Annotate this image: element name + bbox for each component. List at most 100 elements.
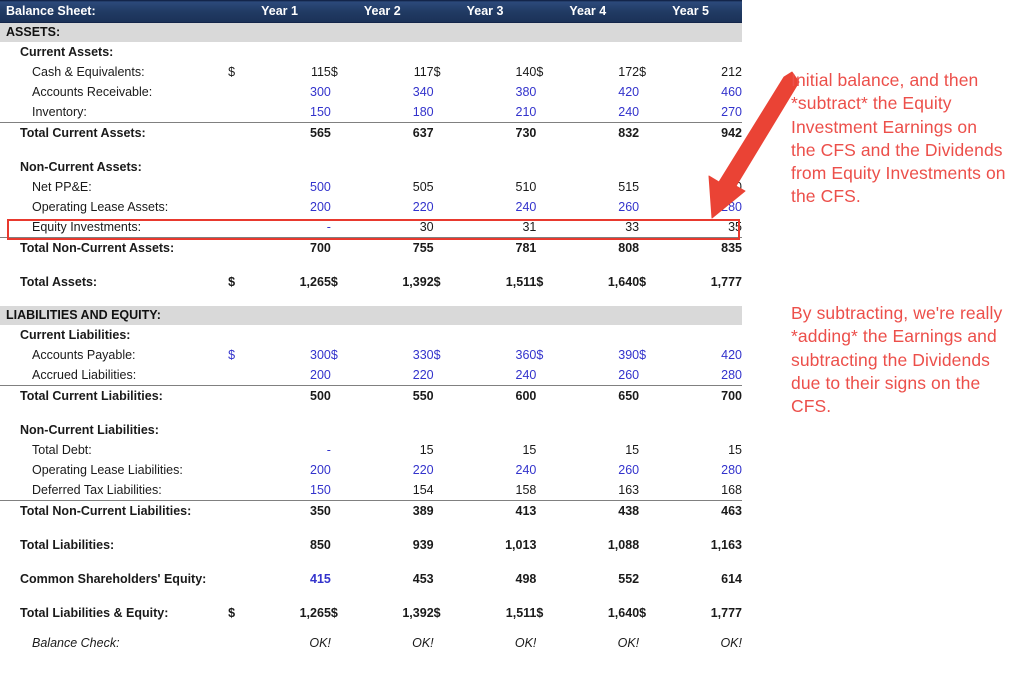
table-row-subtotal[interactable]: Total Current Assets: 565 637 730 832 94… [0, 122, 742, 143]
cell-total-non-current-assets-y3[interactable]: 781 [458, 237, 537, 258]
cell-total-liabilities-equity-y4[interactable]: 1,640 [561, 603, 639, 623]
cell-total-current-liabilities-y2[interactable]: 550 [355, 385, 434, 406]
cell-equity-investments-y4[interactable]: 33 [561, 217, 639, 238]
cell-total-non-current-liabilities-y3[interactable]: 413 [458, 500, 537, 521]
cell-total-assets-y4[interactable]: 1,640 [561, 272, 639, 292]
cell-equity-investments-y2[interactable]: 30 [356, 217, 434, 238]
table-row-grand-total[interactable]: Total Assets: $ 1,265 $ 1,392 $ 1,511 $ … [0, 272, 742, 292]
cell-total-liabilities-y1[interactable]: 850 [253, 535, 331, 555]
cell-accounts-payable-y2[interactable]: 330 [356, 345, 434, 365]
cell-deferred-tax-liabilities-y4[interactable]: 163 [561, 480, 639, 501]
cell-total-debt-y3[interactable]: 15 [458, 440, 536, 460]
cell-total-liabilities-equity-y2[interactable]: 1,392 [356, 603, 433, 623]
cell-total-debt-y1[interactable]: - [253, 440, 331, 460]
cell-ar-y1[interactable]: 300 [253, 82, 331, 102]
cell-accrued-liabilities-y5[interactable]: 280 [664, 365, 742, 386]
table-row[interactable]: Net PP&E: 500 505 510 515 520 [0, 177, 742, 197]
cell-operating-lease-assets-y1[interactable]: 200 [253, 197, 331, 217]
cell-accounts-payable-y4[interactable]: 390 [561, 345, 639, 365]
cell-total-non-current-assets-y1[interactable]: 700 [252, 237, 331, 258]
cell-total-non-current-liabilities-y5[interactable]: 463 [663, 500, 742, 521]
cell-net-ppe-y5[interactable]: 520 [664, 177, 742, 197]
cell-deferred-tax-liabilities-y1[interactable]: 150 [253, 480, 331, 501]
table-row-subtotal[interactable]: Total Current Liabilities: 500 550 600 6… [0, 385, 742, 406]
cell-accounts-payable-y1[interactable]: 300 [253, 345, 331, 365]
table-row[interactable]: Cash & Equivalents: $ 115 $ 117 $ 140 $ … [0, 62, 742, 82]
cell-accrued-liabilities-y2[interactable]: 220 [356, 365, 434, 386]
cell-total-non-current-liabilities-y1[interactable]: 350 [252, 500, 331, 521]
cell-total-assets-y2[interactable]: 1,392 [356, 272, 433, 292]
cell-operating-lease-liabilities-y5[interactable]: 280 [664, 460, 742, 480]
cell-inventory-y3[interactable]: 210 [458, 102, 537, 123]
table-row-equity-investments[interactable]: Equity Investments: - 30 31 33 35 [0, 217, 742, 238]
cell-balance-check-y1[interactable]: OK! [253, 633, 331, 653]
cell-net-ppe-y2[interactable]: 505 [356, 177, 434, 197]
cell-common-shareholders-equity-y1[interactable]: 415 [253, 569, 331, 589]
table-row-equity[interactable]: Common Shareholders' Equity: 415 453 498… [0, 569, 742, 589]
cell-total-liabilities-equity-y3[interactable]: 1,511 [458, 603, 537, 623]
table-row-subtotal[interactable]: Total Non-Current Assets: 700 755 781 80… [0, 237, 742, 258]
cell-cash-y5[interactable]: 212 [664, 62, 742, 82]
cell-total-liabilities-y3[interactable]: 1,013 [458, 535, 536, 555]
cell-accrued-liabilities-y1[interactable]: 200 [253, 365, 331, 386]
cell-accounts-payable-y5[interactable]: 420 [664, 345, 742, 365]
cell-ar-y3[interactable]: 380 [458, 82, 537, 102]
cell-balance-check-y4[interactable]: OK! [561, 633, 640, 653]
cell-operating-lease-assets-y3[interactable]: 240 [458, 197, 537, 217]
cell-operating-lease-liabilities-y1[interactable]: 200 [253, 460, 331, 480]
cell-total-current-liabilities-y5[interactable]: 700 [663, 385, 742, 406]
cell-balance-check-y3[interactable]: OK! [458, 633, 537, 653]
cell-cash-y3[interactable]: 140 [458, 62, 537, 82]
cell-operating-lease-assets-y2[interactable]: 220 [356, 197, 434, 217]
cell-total-non-current-liabilities-y2[interactable]: 389 [355, 500, 434, 521]
cell-balance-check-y2[interactable]: OK! [356, 633, 434, 653]
cell-total-current-assets-y2[interactable]: 637 [355, 122, 434, 143]
cell-total-assets-y3[interactable]: 1,511 [458, 272, 537, 292]
cell-ar-y5[interactable]: 460 [664, 82, 742, 102]
cell-total-current-liabilities-y4[interactable]: 650 [561, 385, 640, 406]
cell-inventory-y5[interactable]: 270 [664, 102, 742, 123]
cell-cash-y2[interactable]: 117 [356, 62, 434, 82]
cell-common-shareholders-equity-y4[interactable]: 552 [561, 569, 639, 589]
cell-operating-lease-liabilities-y4[interactable]: 260 [561, 460, 639, 480]
cell-equity-investments-y1[interactable]: - [253, 217, 331, 238]
table-row[interactable]: Operating Lease Assets: 200 220 240 260 … [0, 197, 742, 217]
cell-total-non-current-liabilities-y4[interactable]: 438 [561, 500, 640, 521]
cell-ar-y4[interactable]: 420 [561, 82, 639, 102]
cell-total-current-liabilities-y3[interactable]: 600 [458, 385, 537, 406]
table-row[interactable]: Inventory: 150 180 210 240 270 [0, 102, 742, 123]
cell-accrued-liabilities-y3[interactable]: 240 [458, 365, 537, 386]
cell-total-debt-y4[interactable]: 15 [561, 440, 639, 460]
cell-total-current-assets-y3[interactable]: 730 [458, 122, 537, 143]
cell-operating-lease-assets-y4[interactable]: 260 [561, 197, 639, 217]
cell-total-liabilities-equity-y1[interactable]: 1,265 [253, 603, 331, 623]
table-row-grand-total[interactable]: Total Liabilities & Equity: $ 1,265 $ 1,… [0, 603, 742, 623]
table-row[interactable]: Accounts Receivable: 300 340 380 420 460 [0, 82, 742, 102]
cell-cash-y4[interactable]: 172 [561, 62, 639, 82]
cell-total-debt-y2[interactable]: 15 [356, 440, 434, 460]
cell-total-non-current-assets-y2[interactable]: 755 [355, 237, 434, 258]
cell-ar-y2[interactable]: 340 [356, 82, 434, 102]
cell-operating-lease-liabilities-y3[interactable]: 240 [458, 460, 537, 480]
cell-net-ppe-y1[interactable]: 500 [253, 177, 331, 197]
table-row[interactable]: Operating Lease Liabilities: 200 220 240… [0, 460, 742, 480]
cell-total-current-assets-y1[interactable]: 565 [252, 122, 331, 143]
cell-net-ppe-y4[interactable]: 515 [561, 177, 639, 197]
cell-equity-investments-y5[interactable]: 35 [664, 217, 742, 238]
cell-total-liabilities-y5[interactable]: 1,163 [664, 535, 742, 555]
table-row[interactable]: Accrued Liabilities: 200 220 240 260 280 [0, 365, 742, 386]
cell-total-non-current-assets-y4[interactable]: 808 [561, 237, 640, 258]
cell-inventory-y2[interactable]: 180 [356, 102, 434, 123]
cell-inventory-y4[interactable]: 240 [561, 102, 639, 123]
cell-common-shareholders-equity-y2[interactable]: 453 [356, 569, 434, 589]
cell-total-liabilities-equity-y5[interactable]: 1,777 [664, 603, 742, 623]
cell-deferred-tax-liabilities-y5[interactable]: 168 [664, 480, 742, 501]
cell-total-assets-y1[interactable]: 1,265 [253, 272, 331, 292]
cell-balance-check-y5[interactable]: OK! [664, 633, 742, 653]
cell-equity-investments-y3[interactable]: 31 [458, 217, 536, 238]
table-row-total-liabilities[interactable]: Total Liabilities: 850 939 1,013 1,088 1… [0, 535, 742, 555]
cell-total-liabilities-y4[interactable]: 1,088 [561, 535, 639, 555]
table-row[interactable]: Total Debt: - 15 15 15 15 [0, 440, 742, 460]
table-row[interactable]: Accounts Payable: $ 300 $ 330 $ 360 $ 39… [0, 345, 742, 365]
cell-operating-lease-assets-y5[interactable]: 280 [664, 197, 742, 217]
